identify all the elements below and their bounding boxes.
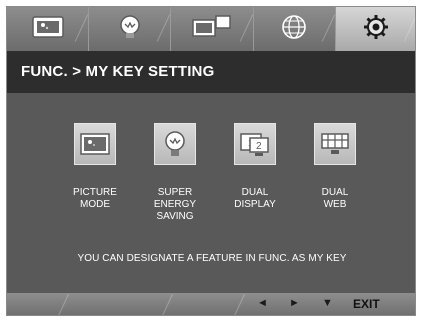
dual-display-icon: 1 2 [234,123,276,165]
my-key-options: PICTURE MODE SUPER ENERGY SAVING 1 [7,123,415,263]
dual-display-icon [192,14,232,45]
picture-mode-label: PICTURE MODE [73,187,117,210]
picture-mode-icon [74,123,116,165]
exit-button[interactable]: EXIT [353,297,380,311]
dual-web-label: DUAL WEB [321,187,349,210]
super-energy-saving-label: SUPER ENERGY SAVING [153,187,197,222]
my-key-dual-web[interactable]: DUAL WEB [295,123,375,211]
left-arrow-button[interactable]: ◄ [257,297,268,309]
my-key-picture-mode[interactable]: PICTURE MODE [55,123,135,211]
dual-display-label: DUAL DISPLAY [234,187,276,210]
divider [161,293,174,315]
tab-func[interactable] [335,7,415,51]
divider [233,293,246,315]
my-key-super-energy-saving[interactable]: SUPER ENERGY SAVING [135,123,215,223]
info-text: YOU CAN DESIGNATE A FEATURE IN FUNC. AS … [77,253,347,264]
bulb-icon [154,123,196,165]
svg-text:2: 2 [256,141,262,152]
button-guide-bar: ◄ ► ▼ EXIT [7,293,415,315]
bulb-icon [117,14,143,45]
tab-energy[interactable] [89,7,172,51]
globe-icon [280,13,308,46]
content-area: PICTURE MODE SUPER ENERGY SAVING 1 [7,93,415,293]
gear-icon [362,13,390,46]
osd-menu: FUNC. > MY KEY SETTING PICTURE MODE SUPE… [6,6,416,316]
tab-dual-display[interactable] [171,7,254,51]
dual-web-icon [314,123,356,165]
right-arrow-button[interactable]: ► [289,297,300,309]
divider [57,293,70,315]
my-key-dual-display[interactable]: 1 2 DUAL DISPLAY [215,123,295,211]
tab-bar [7,7,415,51]
tab-picture[interactable] [7,7,90,51]
picture-icon [31,15,64,43]
page-title: FUNC. > MY KEY SETTING [7,51,415,93]
down-arrow-button[interactable]: ▼ [322,297,333,309]
tab-web[interactable] [254,7,336,51]
